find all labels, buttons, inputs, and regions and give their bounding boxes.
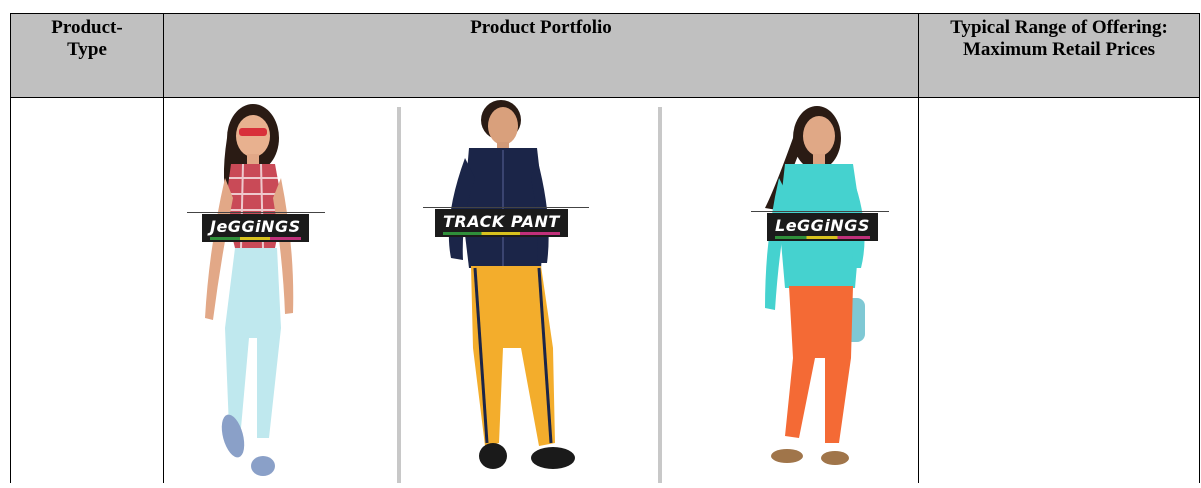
product-label-leggings: LeGGiNGS [767,213,878,241]
header-product-type: Product- Type [51,17,123,60]
table-border-left [10,13,11,483]
column-divider-2 [918,13,919,483]
table-border-top [10,13,1200,14]
leggings-model-image [765,106,865,465]
product-jeggings: JeGGiNGS [165,98,395,483]
track-pant-model-image [448,100,575,469]
tag-line [187,212,325,213]
jeggings-model-image [205,104,294,476]
table-border-right [1199,13,1200,483]
tag-line [423,207,589,208]
column-divider-1 [163,13,164,483]
tag-line [751,211,889,212]
product-label-jeggings: JeGGiNGS [202,214,309,242]
image-divider [658,107,662,483]
product-track-pant: TRACK PANT [403,98,657,483]
header-product-portfolio: Product Portfolio [470,17,612,38]
product-leggings: LeGGiNGS [665,98,907,483]
header-typical-range: Typical Range of Offering: Maximum Retai… [950,17,1168,60]
product-portfolio-images: JeGGiNGS TRACK PANT LeGGiNGS [165,98,907,483]
product-label-track-pant: TRACK PANT [435,209,568,237]
image-divider [397,107,401,483]
